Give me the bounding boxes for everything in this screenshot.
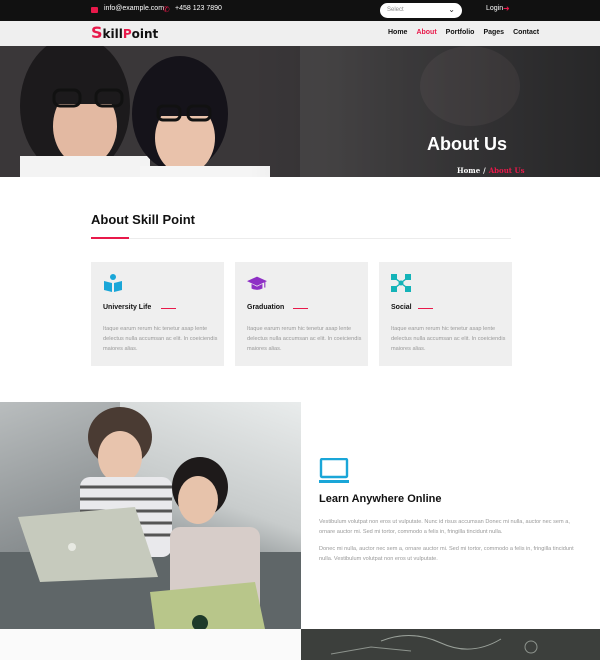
breadcrumb-home[interactable]: Home xyxy=(457,166,480,175)
network-icon xyxy=(391,274,411,292)
section-title-about: About Skill Point xyxy=(91,212,195,227)
learn-paragraph-2: Donec mi nulla, auctor nec sem a, ornare… xyxy=(319,546,574,562)
home-icon xyxy=(91,7,98,13)
card-accent-line xyxy=(418,308,433,309)
language-select[interactable]: Select ⌄ xyxy=(380,3,462,18)
nav-menu: Home About Portfolio Pages Contact xyxy=(388,29,539,36)
next-section-chalkboard xyxy=(301,629,600,660)
students-laptop-figure xyxy=(0,407,301,629)
nav-item-home[interactable]: Home xyxy=(388,29,407,36)
hero-banner: About Us Home / About Us xyxy=(0,46,600,177)
breadcrumb-current: About Us xyxy=(488,166,525,175)
login-link[interactable]: Login xyxy=(486,5,503,12)
card-accent-line xyxy=(293,308,308,309)
main-navbar: SkillPoint Home About Portfolio Pages Co… xyxy=(0,21,600,46)
contact-phone[interactable]: +458 123 7890 xyxy=(175,5,222,12)
site-logo[interactable]: SkillPoint xyxy=(91,24,158,43)
card-text: Itaque earum rerum hic tenetur asap lent… xyxy=(391,326,506,352)
chalkboard-image xyxy=(330,635,538,655)
card-title: University Life xyxy=(103,304,152,311)
card-text: Itaque earum rerum hic tenetur asap lent… xyxy=(247,326,362,352)
nav-item-about[interactable]: About xyxy=(416,29,436,36)
section-title-learn: Learn Anywhere Online xyxy=(319,493,442,505)
nav-item-pages[interactable]: Pages xyxy=(483,29,504,36)
phone-icon: ✆ xyxy=(163,5,170,14)
breadcrumb: Home / About Us xyxy=(457,166,525,175)
select-value: Select xyxy=(387,7,404,13)
top-bar: info@example.com ✆ +458 123 7890 Select … xyxy=(0,0,600,21)
feature-card-graduation: Graduation Itaque earum rerum hic tenetu… xyxy=(235,262,368,366)
learn-photo-students xyxy=(0,402,301,629)
chevron-down-icon: ⌄ xyxy=(448,5,455,14)
logo-text-kill: kill xyxy=(102,27,123,41)
graduation-cap-icon xyxy=(247,276,267,290)
card-accent-line xyxy=(161,308,176,309)
book-reader-icon xyxy=(104,274,122,292)
feature-card-university-life: University Life Itaque earum rerum hic t… xyxy=(91,262,224,366)
login-arrow-icon[interactable]: ➜ xyxy=(503,4,510,13)
breadcrumb-separator: / xyxy=(483,166,486,175)
card-title: Graduation xyxy=(247,304,285,311)
page-title: About Us xyxy=(427,134,507,154)
nav-item-contact[interactable]: Contact xyxy=(513,29,539,36)
card-title: Social xyxy=(391,304,412,311)
contact-email[interactable]: info@example.com xyxy=(104,5,164,12)
card-text: Itaque earum rerum hic tenetur asap lent… xyxy=(103,326,218,352)
logo-text-oint: oint xyxy=(131,27,159,41)
feature-card-social: Social Itaque earum rerum hic tenetur as… xyxy=(379,262,512,366)
logo-letter-p: P xyxy=(122,27,132,41)
logo-letter-s: S xyxy=(91,23,103,42)
section-accent-line xyxy=(91,237,129,239)
learn-paragraph-1: Vestibulum volutpat non eros ut vulputat… xyxy=(319,519,570,535)
laptop-icon xyxy=(319,458,349,483)
next-section-left xyxy=(0,629,301,660)
nav-item-portfolio[interactable]: Portfolio xyxy=(446,29,475,36)
hero-overlay xyxy=(250,46,600,177)
section-divider xyxy=(91,238,511,239)
